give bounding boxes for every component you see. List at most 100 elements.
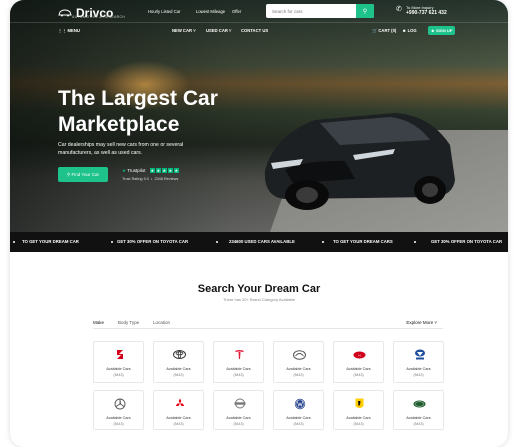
nav-item-used-car[interactable]: USED CAR ˅ bbox=[206, 28, 232, 33]
hero-title-line1: The Largest Car bbox=[58, 87, 218, 110]
ticker-item: TO GET YOUR DREAM CAR bbox=[22, 239, 79, 244]
brand-card-ferrari[interactable]: Available Cars (5443) bbox=[333, 390, 384, 430]
tesla-logo-icon bbox=[233, 348, 246, 361]
menu-label: MENU bbox=[67, 28, 80, 33]
explore-label: Explore More bbox=[406, 320, 434, 325]
star-icon: ★ bbox=[155, 168, 161, 174]
mitsubishi-logo-icon bbox=[173, 397, 186, 410]
brand-card-toyota[interactable]: Available Cars (5443) bbox=[153, 341, 204, 383]
tab-body-type[interactable]: Body Type bbox=[118, 320, 139, 325]
mercedes-logo-icon bbox=[113, 397, 126, 410]
cart-button[interactable]: 🛒 CART (0) bbox=[372, 28, 396, 34]
cta-label: Find Your Car bbox=[71, 172, 100, 177]
ticker-item: TO GET YOUR DREAM CARS bbox=[333, 239, 393, 244]
available-label: Available Cars bbox=[106, 416, 131, 420]
available-label: Available Cars bbox=[166, 367, 191, 371]
available-label: Available Cars bbox=[406, 367, 431, 371]
available-label: Available Cars bbox=[406, 416, 431, 420]
available-label: Available Cars bbox=[166, 416, 191, 420]
chevron-down-icon: ˅ bbox=[193, 28, 196, 33]
menu-button[interactable]: ⋮⋮ MENU bbox=[58, 28, 80, 33]
page-frame: Drivco AUTOMOTIVE & RESEARCH Hourly List… bbox=[10, 0, 508, 447]
toyota-logo-icon bbox=[173, 348, 186, 361]
nav-item-new-car[interactable]: NEW CAR ˅ bbox=[172, 28, 196, 33]
brand-card-suzuki[interactable]: Available Cars (5443) bbox=[93, 341, 144, 383]
chevron-down-icon: ˅ bbox=[229, 28, 232, 33]
brand-card-tesla[interactable]: Available Cars (5443) bbox=[213, 341, 264, 383]
explore-more-link[interactable]: Explore More ˅ bbox=[406, 320, 437, 325]
trustpilot-star-icon: ★ bbox=[122, 168, 127, 173]
grid-icon: ⋮⋮ bbox=[58, 28, 68, 33]
volkswagen-logo-icon bbox=[293, 397, 306, 410]
available-count: (5443) bbox=[113, 422, 124, 426]
available-count: (5443) bbox=[293, 422, 304, 426]
brand-card-honda[interactable]: H Available Cars (5443) bbox=[333, 341, 384, 383]
search-icon: ⚲ bbox=[362, 8, 368, 15]
promo-ticker: TO GET YOUR DREAM CAR GET 30% OFFER ON T… bbox=[10, 232, 508, 252]
top-link-offer[interactable]: Offer bbox=[232, 9, 241, 14]
ticker-dot bbox=[322, 241, 324, 243]
available-label: Available Cars bbox=[226, 416, 251, 420]
nav-item-contact[interactable]: CONTACT US bbox=[241, 28, 268, 33]
phone-icon: ✆ bbox=[396, 6, 402, 13]
star-icon: ★ bbox=[173, 168, 179, 174]
mazda-logo-icon bbox=[293, 348, 306, 361]
login-label: LOG bbox=[407, 28, 417, 33]
ticker-dot bbox=[216, 241, 218, 243]
rating-stars: ★ ★ ★ ★ ★ bbox=[149, 168, 179, 174]
signup-button[interactable]: ☻ SIGN UP bbox=[428, 26, 455, 35]
logo-tagline: AUTOMOTIVE & RESEARCH bbox=[72, 15, 126, 19]
section-subtitle: There has 20+ Brand Category Available bbox=[222, 297, 296, 302]
svg-text:H: H bbox=[358, 353, 360, 357]
available-count: (5443) bbox=[353, 422, 364, 426]
star-icon: ★ bbox=[167, 168, 173, 174]
search-input[interactable] bbox=[266, 8, 356, 14]
top-bar: Drivco AUTOMOTIVE & RESEARCH Hourly List… bbox=[10, 0, 508, 22]
available-count: (5443) bbox=[173, 373, 184, 377]
available-count: (5443) bbox=[413, 373, 424, 377]
ticker-dot bbox=[111, 241, 113, 243]
brand-card-landrover[interactable]: Available Cars (5443) bbox=[393, 390, 444, 430]
phone-inquiry[interactable]: ✆ To More Inquiry +990-737 621 432 bbox=[396, 5, 447, 16]
main-nav: ⋮⋮ MENU NEW CAR ˅ USED CAR ˅ CONTACT US … bbox=[10, 22, 508, 36]
ticker-dot bbox=[13, 241, 15, 243]
landrover-logo-icon bbox=[413, 397, 426, 410]
tab-location[interactable]: Location bbox=[153, 320, 170, 325]
nav-label: USED CAR bbox=[206, 28, 228, 33]
brand-card-volkswagen[interactable]: Available Cars (5443) bbox=[273, 390, 324, 430]
login-button[interactable]: ☻ LOG bbox=[402, 28, 417, 33]
find-your-car-button[interactable]: ⚲ Find Your Car bbox=[58, 167, 108, 182]
top-link-hourly[interactable]: Hourly Listed Car bbox=[148, 9, 180, 14]
tab-make[interactable]: Make bbox=[93, 320, 104, 325]
top-link-mileage[interactable]: Lowest Mileage bbox=[196, 9, 225, 14]
trustpilot-badge[interactable]: ★ Trustpilot ★ ★ ★ ★ ★ Trust Rating 5.0 • 23… bbox=[122, 168, 179, 181]
available-count: (5443) bbox=[233, 422, 244, 426]
trust-rating: Trust Rating 5.0 bbox=[122, 177, 149, 181]
available-label: Available Cars bbox=[226, 367, 251, 371]
star-icon: ★ bbox=[149, 168, 155, 174]
signup-label: SIGN UP bbox=[435, 28, 453, 33]
brand-card-mazda[interactable]: Available Cars (5443) bbox=[273, 341, 324, 383]
available-count: (5443) bbox=[293, 373, 304, 377]
brand-card-mitsubishi[interactable]: Available Cars (5443) bbox=[153, 390, 204, 430]
search-button[interactable]: ⚲ bbox=[356, 4, 374, 18]
brand-card-tata[interactable]: Available Cars (5443) bbox=[393, 341, 444, 383]
phone-number: +990-737 621 432 bbox=[406, 10, 447, 16]
ticker-item: 234600 USED CARS AVAILABLE bbox=[229, 239, 295, 244]
brand-card-mercedes[interactable]: Available Cars (5443) bbox=[93, 390, 144, 430]
cart-label: CART (0) bbox=[378, 28, 397, 33]
brand-card-nissan[interactable]: Available Cars (5443) bbox=[213, 390, 264, 430]
filter-tabs: Make Body Type Location Explore More ˅ bbox=[93, 315, 443, 329]
hero-section: Drivco AUTOMOTIVE & RESEARCH Hourly List… bbox=[10, 0, 508, 232]
section-title: Search Your Dream Car bbox=[197, 283, 321, 295]
available-label: Available Cars bbox=[286, 416, 311, 420]
ticker-dot bbox=[414, 241, 416, 243]
available-count: (5443) bbox=[173, 422, 184, 426]
ticker-item: GET 30% OFFER ON TOYOTA CAR bbox=[117, 239, 189, 244]
available-label: Available Cars bbox=[286, 367, 311, 371]
nissan-logo-icon bbox=[233, 397, 246, 410]
chevron-down-icon: ˅ bbox=[434, 320, 437, 325]
ticker-item: GET 30% OFFER ON TOYOTA CAR bbox=[431, 239, 503, 244]
available-count: (5443) bbox=[353, 373, 364, 377]
nav-label: NEW CAR bbox=[172, 28, 193, 33]
